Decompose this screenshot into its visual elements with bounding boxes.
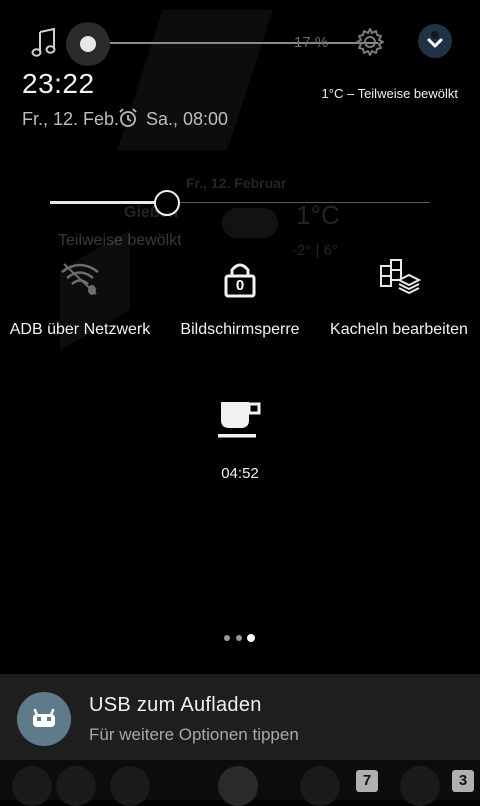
brightness-slider-filled[interactable] [50, 201, 167, 204]
widget-range: -2° | 6° [292, 242, 338, 259]
tile-label: ADB über Netzwerk [9, 321, 151, 338]
dock-phone-icon [400, 766, 440, 806]
brightness-slider-thumb[interactable] [154, 190, 180, 216]
alarm-icon [118, 108, 138, 133]
brightness-slider-track[interactable] [167, 202, 430, 203]
messages-count-badge: 7 [356, 770, 378, 792]
tile-label: Kacheln bearbeiten [330, 321, 468, 338]
robot-icon [33, 708, 55, 727]
tile-adb-network[interactable]: ADB über Netzwerk [0, 258, 160, 339]
tile-caffeine[interactable] [200, 398, 280, 448]
dock-messages-icon [300, 766, 340, 806]
launcher-dock [0, 760, 480, 806]
date[interactable]: Fr., 12. Feb. [22, 109, 119, 130]
notification-text: Für weitere Optionen tippen [89, 725, 299, 744]
weather-status: 1°C – Teilweise bewölkt [321, 86, 458, 101]
dock-apps-icon [218, 766, 258, 806]
clock[interactable]: 23:22 [22, 68, 95, 100]
tile-edit-tiles[interactable]: Kacheln bearbeiten [319, 258, 479, 339]
widget-condition: Teilweise bewölkt [58, 232, 182, 249]
adb-network-icon [58, 258, 102, 302]
tile-label: Bildschirmsperre [180, 321, 300, 338]
page-indicator [222, 633, 262, 643]
usb-notification[interactable]: USB zum Aufladen Für weitere Optionen ti… [0, 674, 480, 760]
dock-browser-icon [56, 766, 96, 806]
widget-date: Fr., 12. Februar [186, 175, 287, 191]
page-dot[interactable] [236, 635, 242, 641]
phone-count-badge: 3 [452, 770, 474, 792]
next-alarm[interactable]: Sa., 08:00 [146, 109, 228, 130]
page-dot-active[interactable] [247, 634, 255, 642]
lock-badge: 0 [235, 277, 245, 294]
caffeine-timer: 04:52 [221, 465, 259, 482]
volume-slider-thumb[interactable] [80, 36, 96, 52]
settings-gear-icon[interactable] [354, 26, 386, 63]
music-note-icon [31, 27, 57, 63]
volume-percent: 17 % [294, 34, 329, 51]
edit-tiles-icon [377, 258, 422, 302]
widget-temperature: 1°C [296, 200, 340, 230]
dock-weather-icon [110, 766, 150, 806]
notification-title: USB zum Aufladen [89, 694, 262, 716]
dock-camera-icon [12, 766, 52, 806]
expand-button[interactable] [418, 24, 452, 58]
tile-screen-lock[interactable]: 0 Bildschirmsperre [160, 258, 320, 339]
user-chevron-icon [427, 31, 443, 48]
widget-cloud-icon [222, 208, 278, 238]
page-dot[interactable] [224, 635, 230, 641]
notification-app-icon [17, 692, 71, 746]
volume-slider-track[interactable] [88, 42, 378, 44]
caffeine-icon [218, 402, 261, 438]
screen-lock-icon: 0 [218, 258, 262, 302]
